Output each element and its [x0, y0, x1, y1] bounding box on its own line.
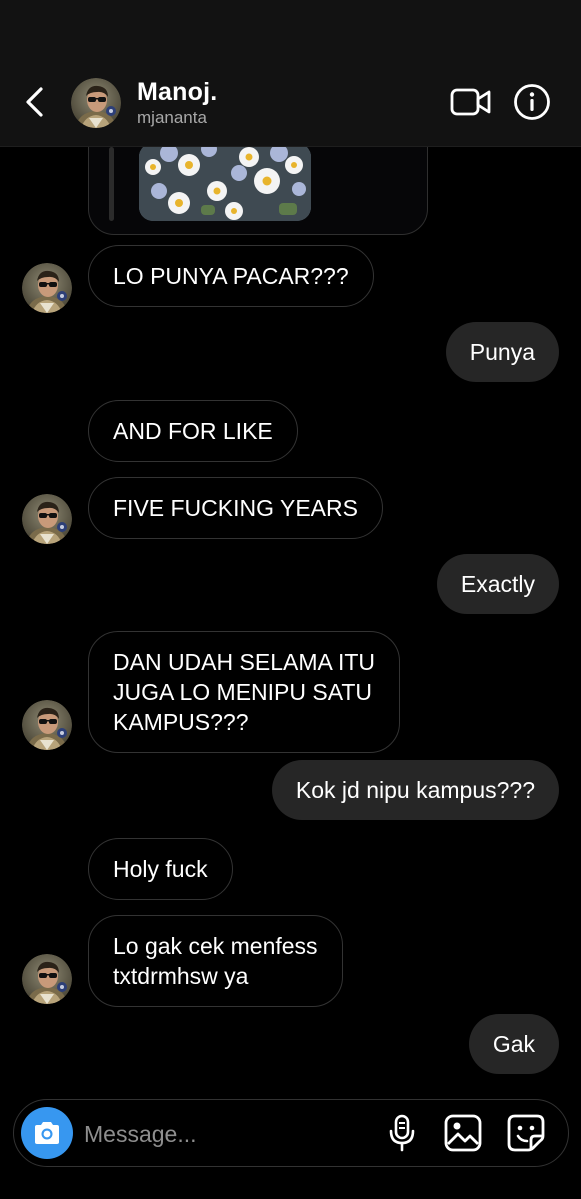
- incoming-message[interactable]: DAN UDAH SELAMA ITU JUGA LO MENIPU SATU …: [88, 631, 400, 753]
- avatar-image: [22, 494, 72, 544]
- info-button[interactable]: [513, 83, 551, 121]
- outgoing-message[interactable]: Kok jd nipu kampus???: [271, 760, 559, 820]
- incoming-message[interactable]: Holy fuck: [88, 838, 233, 900]
- microphone-icon: [389, 1114, 415, 1152]
- message-input[interactable]: [84, 1118, 364, 1150]
- message-composer: [13, 1099, 569, 1167]
- video-camera-icon: [450, 88, 491, 116]
- contact-avatar[interactable]: [71, 78, 121, 128]
- sticker-icon: [507, 1114, 545, 1152]
- incoming-message[interactable]: Lo gak cek menfess txtdrmhsw ya: [88, 915, 343, 1007]
- avatar-image: [71, 78, 121, 128]
- avatar-image: [22, 954, 72, 1004]
- camera-icon: [35, 1122, 59, 1144]
- incoming-message[interactable]: LO PUNYA PACAR???: [88, 245, 374, 307]
- sender-avatar[interactable]: [22, 954, 72, 1004]
- sticker-button[interactable]: [506, 1114, 546, 1152]
- sender-avatar[interactable]: [22, 494, 72, 544]
- avatar-image: [22, 700, 72, 750]
- incoming-message[interactable]: FIVE FUCKING YEARS: [88, 477, 383, 539]
- chat-header: Manoj. mjananta: [0, 0, 581, 147]
- avatar-image: [22, 263, 72, 313]
- gallery-icon: [444, 1114, 482, 1152]
- outgoing-message[interactable]: Punya: [445, 322, 559, 382]
- contact-username[interactable]: mjananta: [137, 108, 207, 128]
- contact-name[interactable]: Manoj.: [137, 78, 217, 107]
- sender-avatar[interactable]: [22, 700, 72, 750]
- sender-avatar[interactable]: [22, 263, 72, 313]
- incoming-message[interactable]: AND FOR LIKE: [88, 400, 298, 462]
- camera-button[interactable]: [21, 1107, 73, 1159]
- back-button[interactable]: [18, 84, 52, 120]
- chevron-left-icon: [26, 87, 43, 117]
- gallery-button[interactable]: [444, 1114, 482, 1152]
- voice-message-button[interactable]: [386, 1114, 418, 1152]
- reply-indicator-bar: [109, 147, 114, 221]
- daisy-bouquet-image: [139, 143, 311, 221]
- info-icon: [514, 84, 550, 120]
- shared-image-flowers[interactable]: [139, 143, 311, 221]
- video-call-button[interactable]: [450, 86, 492, 118]
- outgoing-message[interactable]: Gak: [468, 1014, 559, 1074]
- outgoing-message[interactable]: Exactly: [436, 554, 559, 614]
